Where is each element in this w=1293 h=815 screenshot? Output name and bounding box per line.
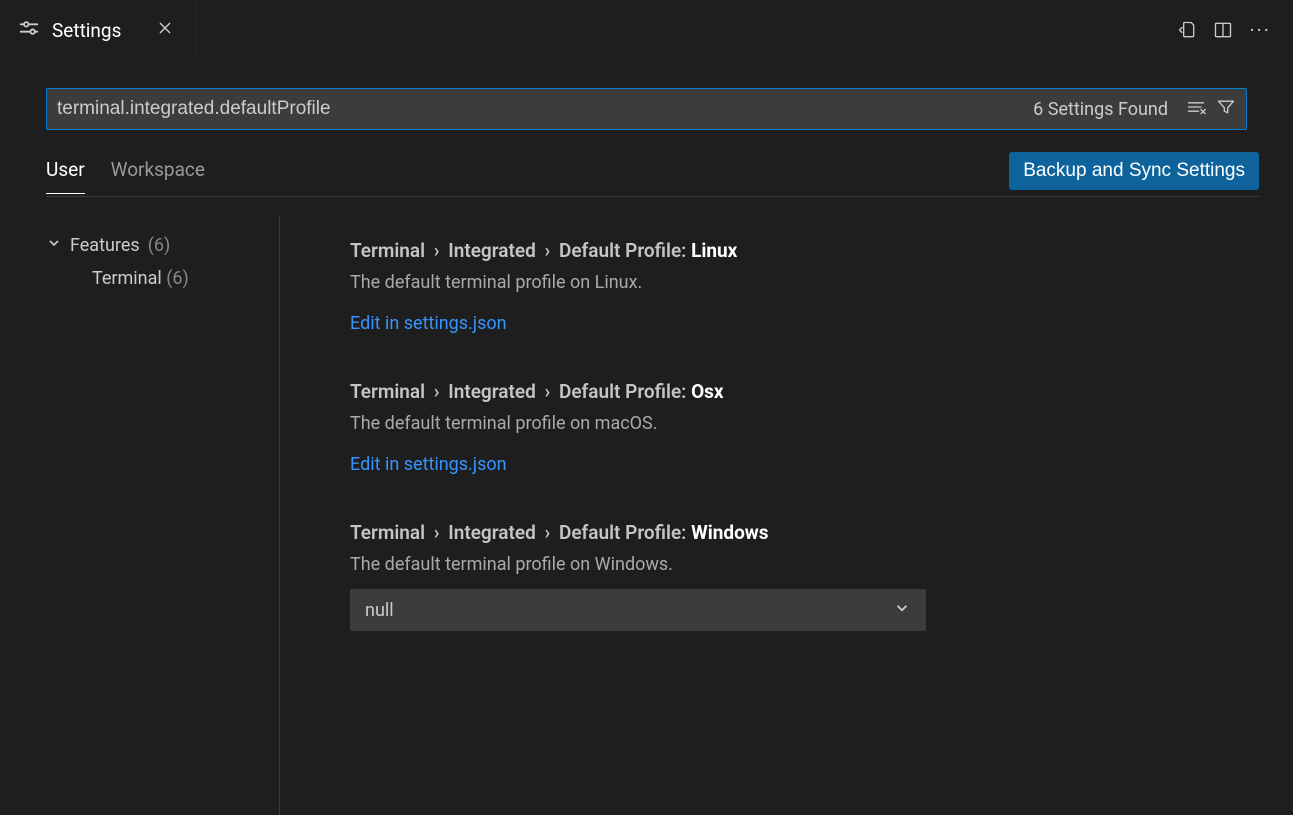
setting-default-profile-windows: Terminal › Integrated › Default Profile:… bbox=[350, 521, 1253, 631]
editor-tab-group: Settings bbox=[0, 0, 196, 60]
setting-default-profile-osx: Terminal › Integrated › Default Profile:… bbox=[350, 380, 1253, 475]
setting-description: The default terminal profile on macOS. bbox=[350, 413, 1253, 434]
settings-body: Features (6) Terminal (6) Terminal › Int… bbox=[0, 215, 1293, 815]
toc-item-label: Terminal bbox=[92, 268, 162, 289]
search-actions bbox=[1176, 97, 1246, 121]
title-bar: Settings ··· bbox=[0, 0, 1293, 60]
open-settings-json-icon[interactable] bbox=[1177, 20, 1197, 40]
editor-actions: ··· bbox=[1177, 20, 1293, 40]
toc-group-count: (6) bbox=[148, 235, 171, 256]
more-actions-icon[interactable]: ··· bbox=[1249, 20, 1271, 40]
chevron-down-icon bbox=[46, 235, 62, 256]
toc-item-count: (6) bbox=[166, 268, 189, 289]
scope-tab-workspace[interactable]: Workspace bbox=[111, 154, 205, 194]
split-editor-icon[interactable] bbox=[1213, 20, 1233, 40]
filter-icon[interactable] bbox=[1216, 97, 1236, 121]
toc-group-label: Features bbox=[70, 235, 140, 256]
setting-title: Terminal › Integrated › Default Profile:… bbox=[350, 521, 1253, 544]
tab-settings[interactable]: Settings bbox=[0, 0, 196, 60]
tab-label: Settings bbox=[52, 19, 121, 42]
scope-row: User Workspace Backup and Sync Settings bbox=[46, 152, 1259, 197]
setting-description: The default terminal profile on Windows. bbox=[350, 554, 1253, 575]
settings-list: Terminal › Integrated › Default Profile:… bbox=[280, 215, 1293, 815]
toc-item-terminal[interactable]: Terminal (6) bbox=[46, 260, 279, 289]
settings-search-container: 6 Settings Found bbox=[46, 88, 1247, 130]
clear-search-icon[interactable] bbox=[1186, 97, 1206, 121]
close-icon[interactable] bbox=[153, 16, 177, 45]
setting-default-profile-linux: Terminal › Integrated › Default Profile:… bbox=[350, 239, 1253, 334]
scope-tabs: User Workspace bbox=[46, 154, 205, 194]
chevron-down-icon bbox=[893, 599, 911, 621]
settings-search-input[interactable] bbox=[47, 89, 1025, 129]
settings-sliders-icon bbox=[18, 17, 40, 43]
edit-in-settings-json-link[interactable]: Edit in settings.json bbox=[350, 454, 507, 475]
setting-description: The default terminal profile on Linux. bbox=[350, 272, 1253, 293]
toc-group-features[interactable]: Features (6) bbox=[46, 231, 279, 260]
results-count-label: 6 Settings Found bbox=[1025, 99, 1176, 120]
settings-editor: 6 Settings Found User Workspace Backup a… bbox=[0, 88, 1293, 815]
setting-title: Terminal › Integrated › Default Profile:… bbox=[350, 239, 1253, 262]
scope-tab-user[interactable]: User bbox=[46, 154, 85, 194]
setting-dropdown-value: null bbox=[365, 600, 394, 621]
setting-title: Terminal › Integrated › Default Profile:… bbox=[350, 380, 1253, 403]
setting-dropdown[interactable]: null bbox=[350, 589, 926, 631]
settings-toc: Features (6) Terminal (6) bbox=[0, 215, 280, 815]
backup-sync-button[interactable]: Backup and Sync Settings bbox=[1009, 152, 1259, 190]
edit-in-settings-json-link[interactable]: Edit in settings.json bbox=[350, 313, 507, 334]
